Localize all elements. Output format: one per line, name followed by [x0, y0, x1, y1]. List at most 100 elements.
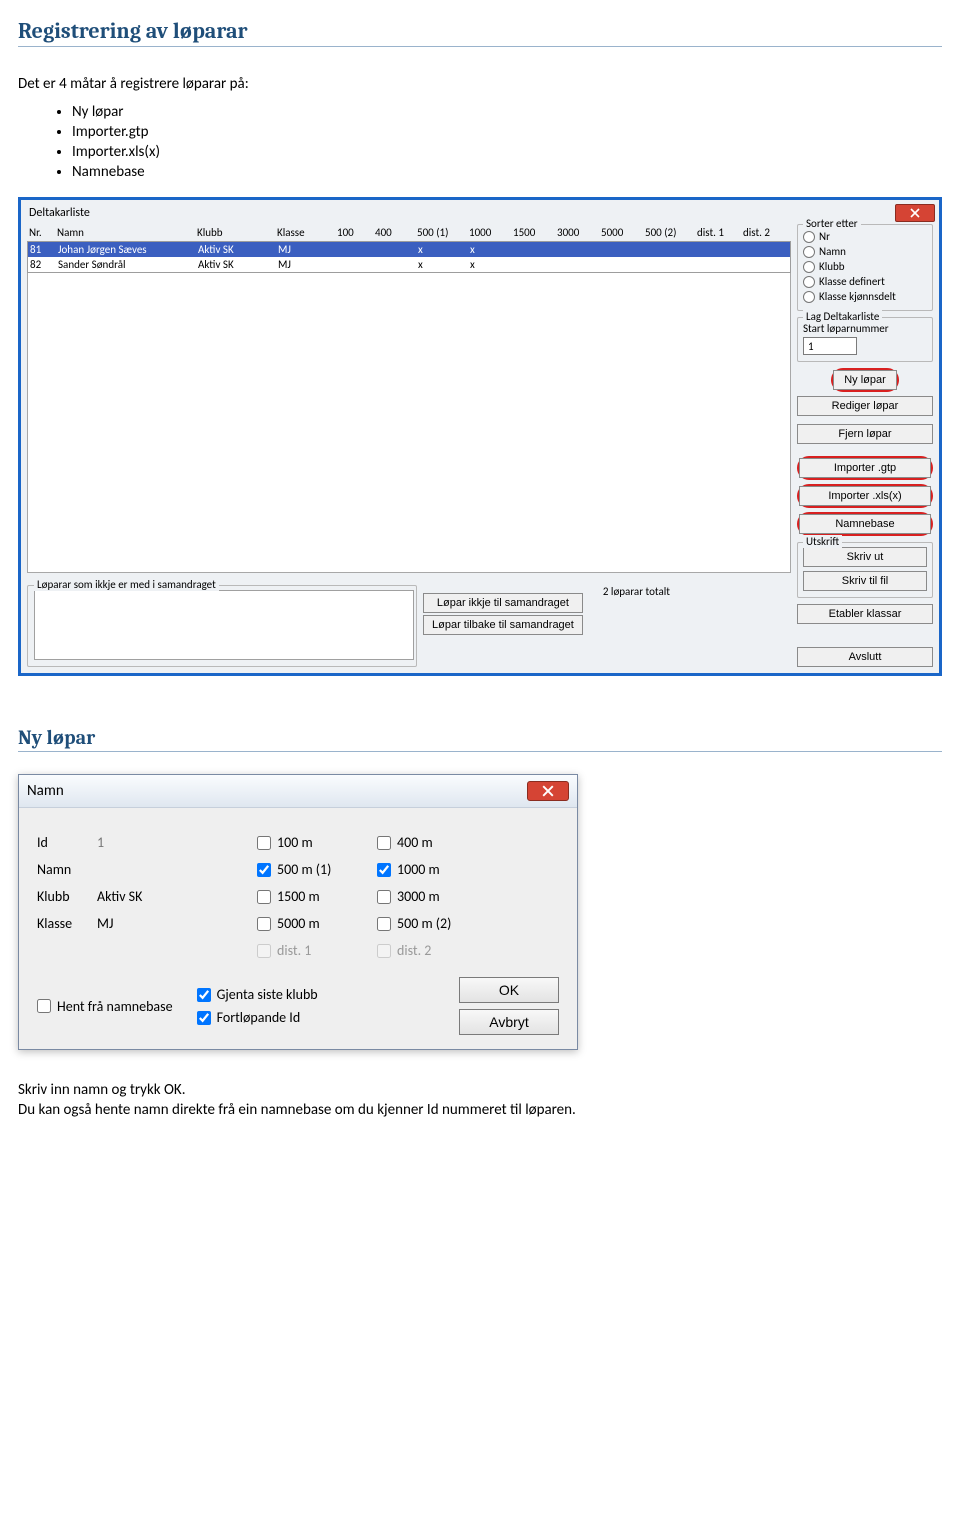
cell	[336, 242, 374, 257]
sort-klubb-radio[interactable]	[803, 261, 815, 273]
sort-label: Klubb	[819, 260, 845, 273]
cell	[336, 257, 374, 272]
cell	[742, 242, 788, 257]
samandrag-legend: Løparar som ikkje er med i samandraget	[34, 578, 219, 591]
outro-line: Du kan også hente namn direkte frå ein n…	[18, 1101, 576, 1119]
col-namn: Namn	[55, 224, 195, 241]
dist-label: dist. 2	[397, 942, 431, 959]
chk-1500[interactable]	[257, 890, 271, 904]
etabler-klassar-button[interactable]: Etabler klassar	[797, 604, 933, 624]
cell: x	[468, 257, 512, 272]
sort-namn-radio[interactable]	[803, 246, 815, 258]
importer-gtp-button[interactable]: Importer .gtp	[799, 458, 931, 478]
col-nr: Nr.	[27, 224, 55, 241]
col-400: 400	[373, 224, 415, 241]
skriv-ut-button[interactable]: Skriv ut	[803, 547, 927, 567]
ok-button[interactable]: OK	[459, 977, 559, 1003]
close-icon	[910, 208, 920, 218]
dist-label: 5000 m	[277, 915, 320, 932]
sort-label: Klasse definert	[819, 275, 885, 288]
list-item: Ny løpar	[72, 103, 942, 121]
sort-klassedef-radio[interactable]	[803, 276, 815, 288]
hent-namnebase-chk[interactable]	[37, 999, 51, 1013]
tilbake-samandrag-button[interactable]: Løpar tilbake til samandraget	[423, 615, 583, 635]
dist-label: 500 m (2)	[397, 915, 451, 932]
klubb-input[interactable]: Aktiv SK	[97, 888, 257, 905]
skriv-fil-button[interactable]: Skriv til fil	[803, 571, 927, 591]
col-5000: 5000	[599, 224, 643, 241]
method-list: Ny løpar Importer.gtp Importer.xls(x) Na…	[18, 103, 942, 181]
namnebase-button[interactable]: Namnebase	[799, 514, 931, 534]
col-klubb: Klubb	[195, 224, 275, 241]
dialog-close-button[interactable]	[527, 781, 569, 801]
window-title: Deltakarliste	[21, 200, 939, 224]
list-item: Importer.xls(x)	[72, 143, 942, 161]
cell	[512, 257, 556, 272]
page-title: Registrering av løparar	[18, 18, 942, 47]
sorter-legend: Sorter etter	[803, 217, 861, 230]
utskrift-legend: Utskrift	[803, 535, 842, 548]
chk-400[interactable]	[377, 836, 391, 850]
dist-label: 500 m (1)	[277, 861, 331, 878]
sort-nr-radio[interactable]	[803, 231, 815, 243]
hent-label: Hent frå namnebase	[57, 998, 173, 1015]
cell: Aktiv SK	[196, 242, 276, 257]
outro-paragraph: Skriv inn namn og trykk OK. Du kan også …	[18, 1080, 898, 1121]
cell	[644, 257, 696, 272]
chk-100[interactable]	[257, 836, 271, 850]
list-item: Importer.gtp	[72, 123, 942, 141]
dialog-title: Namn	[27, 782, 64, 800]
id-label: Id	[37, 834, 97, 851]
close-icon	[542, 785, 554, 797]
cell: 81	[28, 242, 56, 257]
rediger-lopar-button[interactable]: Rediger løpar	[797, 396, 933, 416]
avslutt-button[interactable]: Avslutt	[797, 647, 933, 667]
list-header: Nr. Namn Klubb Klasse 100 400 500 (1) 10…	[27, 224, 791, 241]
cell: Aktiv SK	[196, 257, 276, 272]
table-row[interactable]: 81 Johan Jørgen Sæves Aktiv SK MJ x x	[28, 242, 790, 257]
cell	[644, 242, 696, 257]
samandrag-listbox[interactable]	[34, 590, 414, 660]
chk-500-1[interactable]	[257, 863, 271, 877]
klubb-label: Klubb	[37, 888, 97, 905]
col-3000: 3000	[555, 224, 599, 241]
ikke-samandrag-button[interactable]: Løpar ikkje til samandraget	[423, 593, 583, 613]
cell: x	[468, 242, 512, 257]
col-100: 100	[335, 224, 373, 241]
chk-5000[interactable]	[257, 917, 271, 931]
cell	[600, 257, 644, 272]
avbryt-button[interactable]: Avbryt	[459, 1009, 559, 1035]
table-row[interactable]: 82 Sander Søndrål Aktiv SK MJ x x	[28, 257, 790, 272]
chk-3000[interactable]	[377, 890, 391, 904]
sort-label: Klasse kjønnsdelt	[819, 290, 896, 303]
importer-xls-button[interactable]: Importer .xls(x)	[799, 486, 931, 506]
cell	[556, 257, 600, 272]
gjenta-klubb-chk[interactable]	[197, 988, 211, 1002]
fjern-lopar-button[interactable]: Fjern løpar	[797, 424, 933, 444]
klasse-select[interactable]: MJ	[97, 915, 257, 932]
close-button[interactable]	[895, 204, 935, 222]
cell: x	[416, 242, 468, 257]
section-heading: Ny løpar	[18, 726, 942, 752]
klasse-label: Klasse	[37, 915, 97, 932]
cell	[374, 242, 416, 257]
ny-lopar-button[interactable]: Ny løpar	[833, 370, 897, 390]
sort-klassekj-radio[interactable]	[803, 291, 815, 303]
dist-label: 1500 m	[277, 888, 320, 905]
chk-500-2[interactable]	[377, 917, 391, 931]
cell	[556, 242, 600, 257]
dist-label: 1000 m	[397, 861, 440, 878]
col-1500: 1500	[511, 224, 555, 241]
chk-1000[interactable]	[377, 863, 391, 877]
cell	[696, 242, 742, 257]
col-1000: 1000	[467, 224, 511, 241]
startnummer-input[interactable]: 1	[803, 337, 857, 355]
gjenta-label: Gjenta siste klubb	[217, 986, 318, 1003]
cell: 82	[28, 257, 56, 272]
list-item: Namnebase	[72, 163, 942, 181]
id-input[interactable]: 1	[97, 834, 257, 851]
cell	[742, 257, 788, 272]
lag-group: Lag Deltakarliste Start løparnummer 1	[797, 317, 933, 362]
fortlopande-id-chk[interactable]	[197, 1011, 211, 1025]
chk-d1	[257, 944, 271, 958]
